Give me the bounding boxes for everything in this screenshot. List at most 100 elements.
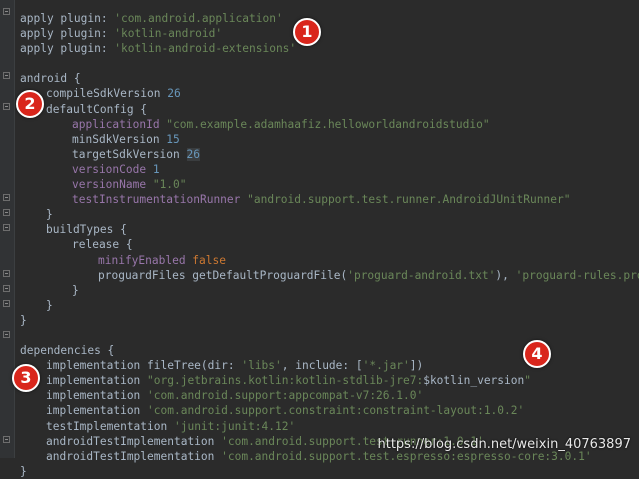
code-line: implementation 'com.android.support.cons… xyxy=(20,403,635,418)
code-token: 'junit:junit:4.12' xyxy=(173,419,296,433)
fold-toggle-icon[interactable] xyxy=(3,224,10,231)
code-token: "android.support.test.runner.AndroidJUni… xyxy=(247,193,571,207)
code-line: android { xyxy=(20,71,635,86)
code-token: minifyEnabled xyxy=(98,253,193,267)
code-token: apply plugin: xyxy=(20,27,115,41)
callout-badge-3: 3 xyxy=(12,364,40,392)
editor-gutter xyxy=(0,0,15,458)
callout-badge-4: 4 xyxy=(523,340,551,368)
code-token: versionCode xyxy=(72,162,153,176)
code-token: implementation xyxy=(46,389,148,403)
code-token: dependencies { xyxy=(20,344,115,358)
code-line: minifyEnabled false xyxy=(20,253,635,268)
code-token: 'com.android.support:appcompat-v7:26.1.0… xyxy=(147,389,424,403)
code-line: } xyxy=(20,298,635,313)
code-token: dir: xyxy=(207,359,242,373)
code-token: implementation xyxy=(46,404,148,418)
code-token: 'proguard-rules.pro' xyxy=(515,268,639,282)
code-line: } xyxy=(20,313,635,328)
code-token: defaultConfig { xyxy=(46,102,148,116)
code-line: implementation "org.jetbrains.kotlin:kot… xyxy=(20,373,635,388)
code-token: 15 xyxy=(166,132,180,146)
fold-toggle-icon[interactable] xyxy=(3,300,10,307)
code-token: } xyxy=(46,208,53,222)
code-line: defaultConfig { xyxy=(20,102,635,117)
code-token: testImplementation xyxy=(46,419,174,433)
code-token: } xyxy=(20,464,27,478)
code-token: 'libs' xyxy=(241,359,282,373)
code-token: 'kotlin-android' xyxy=(114,27,223,41)
code-token: apply plugin: xyxy=(20,42,115,56)
fold-toggle-icon[interactable] xyxy=(3,8,10,15)
code-token: versionName xyxy=(72,178,153,192)
code-token: "1.0" xyxy=(152,178,187,192)
code-line: targetSdkVersion 26 xyxy=(20,147,635,162)
code-token: androidTestImplementation xyxy=(46,434,222,448)
code-token: applicationId xyxy=(72,117,167,131)
code-line: versionCode 1 xyxy=(20,162,635,177)
fold-toggle-icon[interactable] xyxy=(3,72,10,79)
code-token: apply plugin: xyxy=(20,12,115,25)
watermark-text: https://blog.csdn.net/weixin_40763897 xyxy=(377,437,631,452)
code-token: } xyxy=(46,298,53,312)
callout-badge-2: 2 xyxy=(16,90,44,118)
code-line: proguardFiles getDefaultProguardFile('pr… xyxy=(20,268,639,283)
code-token: include: xyxy=(295,359,356,373)
code-line: apply plugin: 'com.android.application' xyxy=(20,11,635,26)
code-token: testInstrumentationRunner xyxy=(72,193,248,207)
code-token: false xyxy=(192,253,226,267)
code-line: compileSdkVersion 26 xyxy=(20,86,635,101)
code-line: minSdkVersion 15 xyxy=(20,132,635,147)
code-token: targetSdkVersion xyxy=(72,147,187,161)
code-token: android { xyxy=(20,72,81,86)
code-token: 'com.android.support.constraint:constrai… xyxy=(147,404,525,418)
code-token: [ xyxy=(355,359,363,373)
code-line: testInstrumentationRunner "android.suppo… xyxy=(20,192,635,207)
code-line: } xyxy=(20,283,635,298)
code-token: buildTypes { xyxy=(46,223,127,237)
code-editor[interactable]: apply plugin: 'com.android.application' a… xyxy=(20,11,639,479)
code-line: implementation 'com.android.support:appc… xyxy=(20,388,635,403)
code-token: proguardFiles getDefaultProguardFile( xyxy=(98,268,348,282)
code-line: applicationId "com.example.adamhaafiz.he… xyxy=(20,117,635,132)
code-token: } xyxy=(72,283,79,297)
code-token: implementation fileTree( xyxy=(46,359,208,373)
fold-toggle-icon[interactable] xyxy=(3,103,10,110)
code-token: 'proguard-android.txt' xyxy=(347,268,496,282)
code-token: 26 xyxy=(186,147,200,161)
code-line: } xyxy=(20,464,635,479)
code-token: } xyxy=(20,313,27,327)
fold-toggle-icon[interactable] xyxy=(3,209,10,216)
code-token: 1 xyxy=(152,162,160,176)
code-token: " xyxy=(524,374,531,388)
code-line: } xyxy=(20,207,635,222)
code-token: release { xyxy=(72,238,133,252)
callout-badge-1: 1 xyxy=(293,18,321,46)
code-token: compileSdkVersion xyxy=(46,87,168,101)
code-token: minSdkVersion xyxy=(72,132,167,146)
code-line: buildTypes { xyxy=(20,222,635,237)
code-line: release { xyxy=(20,237,635,252)
code-token: ]) xyxy=(409,359,424,373)
code-line: testImplementation 'junit:junit:4.12' xyxy=(20,419,635,434)
code-token: 26 xyxy=(167,87,181,101)
code-token: $kotlin_version xyxy=(423,374,525,388)
code-line: apply plugin: 'kotlin-android-extensions… xyxy=(20,41,635,56)
code-token: 'com.android.application' xyxy=(114,12,283,25)
fold-toggle-icon[interactable] xyxy=(3,285,10,292)
code-token: "org.jetbrains.kotlin:kotlin-stdlib-jre7… xyxy=(147,374,424,388)
code-token: , xyxy=(281,359,296,373)
code-token: "com.example.adamhaafiz.helloworldandroi… xyxy=(166,117,490,131)
code-token: ), xyxy=(495,268,516,282)
fold-toggle-icon[interactable] xyxy=(3,270,10,277)
code-token: implementation xyxy=(46,374,148,388)
fold-toggle-icon[interactable] xyxy=(3,194,10,201)
code-token: androidTestImplementation xyxy=(46,449,222,463)
code-token: '*.jar' xyxy=(362,359,410,373)
code-line: apply plugin: 'kotlin-android' xyxy=(20,26,635,41)
fold-toggle-icon[interactable] xyxy=(3,331,10,338)
code-token: 'kotlin-android-extensions' xyxy=(114,42,297,56)
code-line: versionName "1.0" xyxy=(20,177,635,192)
fold-toggle-icon[interactable] xyxy=(3,436,10,443)
